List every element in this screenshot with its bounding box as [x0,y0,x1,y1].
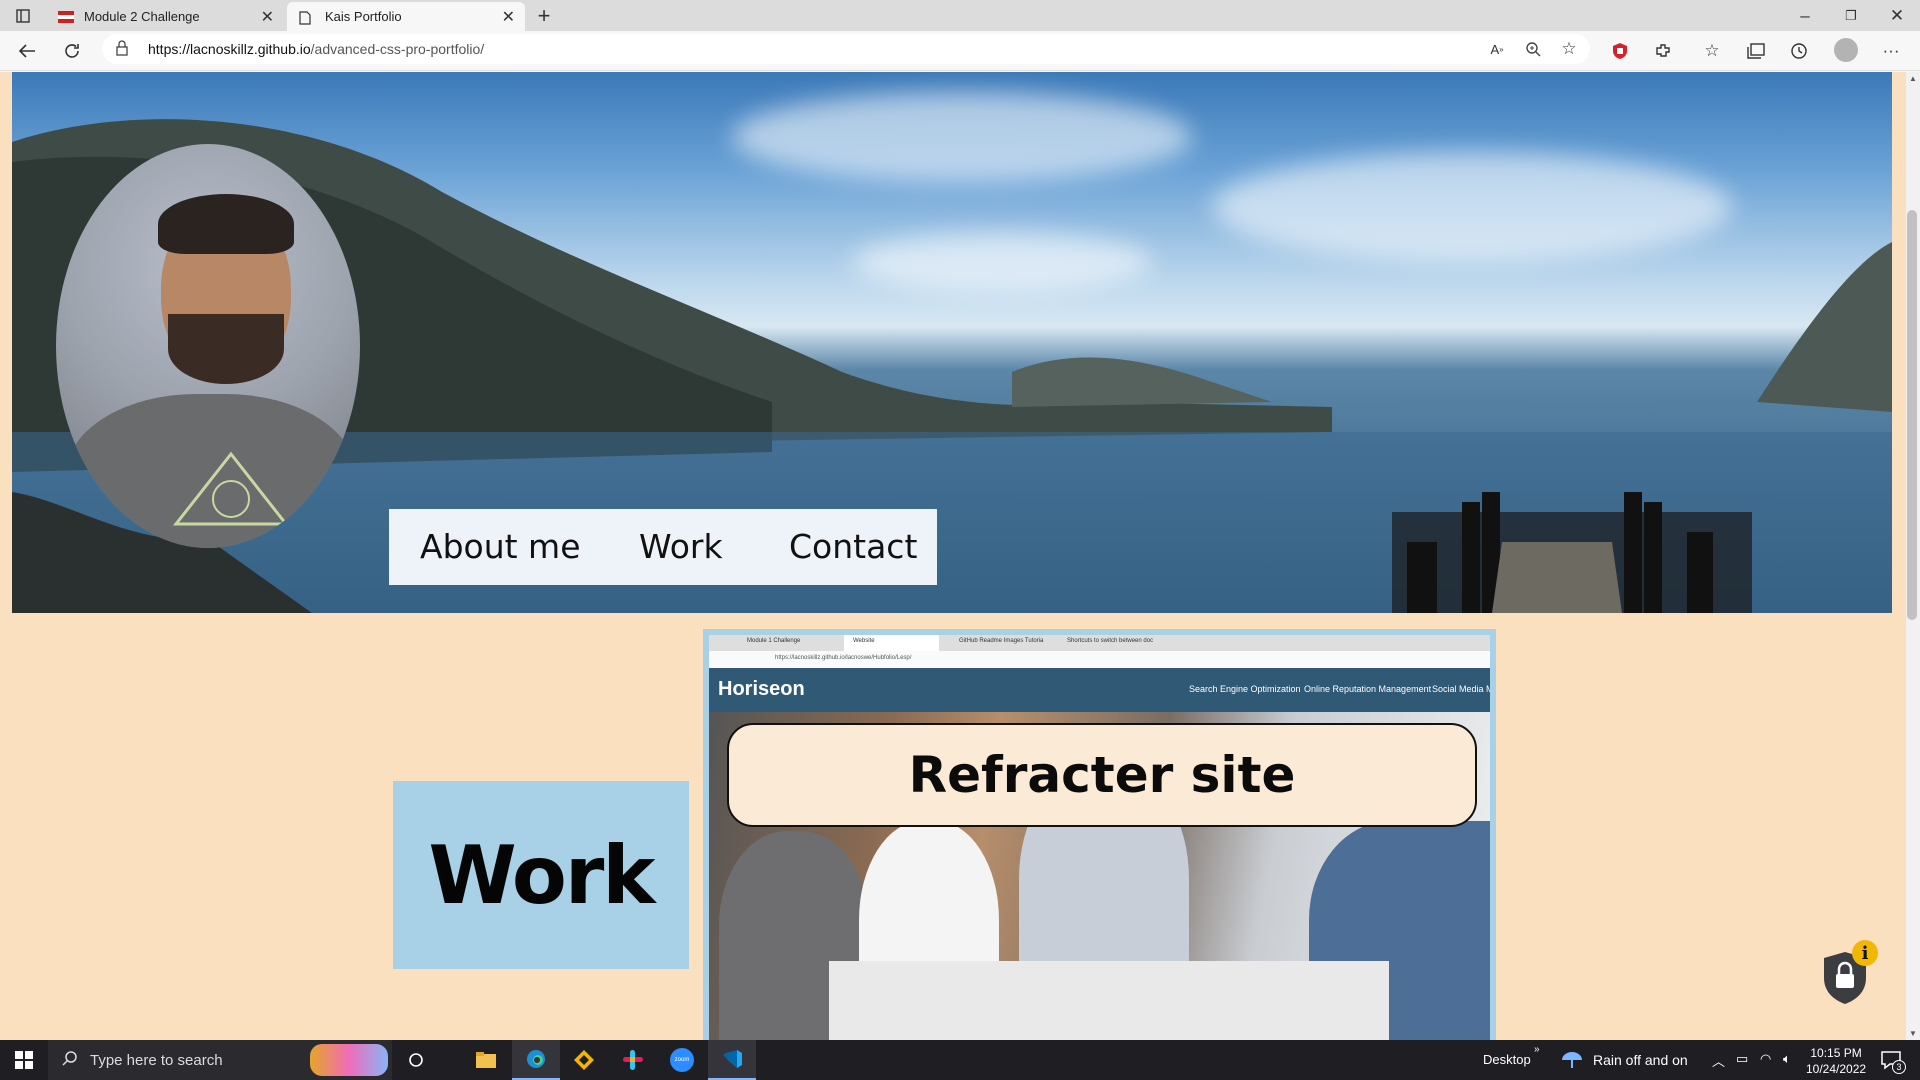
new-tab-icon[interactable]: + [529,1,559,31]
windows-taskbar: Type here to search zoom Desktop » Rain … [0,1040,1920,1080]
minimize-icon[interactable]: – [1790,1,1820,31]
browser-tab-module2[interactable]: Module 2 Challenge ✕ [46,2,284,31]
scrollbar-thumb[interactable] [1907,210,1917,620]
close-window-icon[interactable]: ✕ [1882,1,1912,31]
project-card-refracter[interactable]: Module 1 Challenge Website GitHub Readme… [703,629,1496,1040]
page-favicon-icon [299,10,315,25]
tab-title: Kais Portfolio [325,9,402,24]
notification-center-icon[interactable]: 3 [1880,1050,1906,1075]
browser-tab-strip: Module 2 Challenge ✕ Kais Portfolio ✕ + … [0,0,1920,31]
extensions-icon[interactable] [1648,36,1678,66]
url-host: https://lacnoskillz.github.io [148,41,311,57]
screenshot-menu-item: Search Engine Optimization [1189,684,1301,694]
privacy-badge[interactable]: i [1820,940,1878,1004]
hair [158,194,294,254]
profile-avatar-icon[interactable] [1834,38,1858,62]
collections-icon[interactable] [1741,36,1771,66]
nav-about-me-link[interactable]: About me [420,527,581,566]
clock-time: 10:15 PM [1810,1046,1862,1060]
read-aloud-icon[interactable]: A» [1482,34,1512,64]
favorites-icon[interactable]: ☆ [1697,36,1727,66]
screenshot-tab: GitHub Readme Images Tutoria [959,638,1044,644]
taskbar-search-box[interactable]: Type here to search [48,1040,392,1080]
main-nav: About me Work Contact [389,509,937,585]
profile-photo [56,144,360,548]
search-icon [62,1050,78,1070]
slack-icon[interactable] [609,1040,657,1080]
screenshot-menu-item: Social Media Ma [1432,684,1490,694]
screenshot-menu-item: Online Reputation Management [1304,684,1432,694]
beard [168,314,284,384]
project-title: Refracter site [908,746,1296,804]
screenshot-tab: Shortcuts to switch between doc [1067,638,1154,644]
screenshot-site-header: Horiseon Search Engine Optimization Onli… [709,668,1490,712]
search-placeholder: Type here to search [90,1051,223,1069]
work-section-heading: Work [393,781,689,969]
nav-contact-link[interactable]: Contact [789,527,917,566]
restore-icon[interactable]: ❐ [1836,1,1866,31]
hero-banner: About me Work Contact [12,72,1892,613]
screenshot-addressbar: https://lacnoskillz.github.io/lacnoswe/H… [709,651,1490,668]
clock-date: 10/24/2022 [1806,1062,1867,1076]
meet-now-icon[interactable]: ▭ [1736,1051,1748,1067]
history-icon[interactable] [1784,36,1814,66]
start-button-icon[interactable] [0,1040,48,1080]
address-bar[interactable]: https://lacnoskillz.github.io/advanced-c… [102,34,1590,64]
network-icon[interactable]: ◠ [1760,1051,1771,1067]
git-kraken-icon[interactable] [560,1040,608,1080]
work-heading-text: Work [428,828,655,922]
screenshot-tab: Module 1 Challenge [747,638,801,644]
project-screenshot: Module 1 Challenge Website GitHub Readme… [709,635,1490,1040]
screenshot-brand: Horiseon [718,678,805,700]
screenshot-url: https://lacnoskillz.github.io/lacnoswe/H… [775,655,912,661]
back-icon[interactable] [12,36,42,66]
clock[interactable]: 10:15 PM 10/24/2022 [1806,1045,1866,1077]
toolbar-expand-icon[interactable]: » [1534,1044,1540,1055]
show-hidden-icons-icon[interactable]: ︿ [1712,1051,1725,1070]
url-path: /advanced-css-pro-portfolio/ [310,41,485,57]
browser-tab-portfolio[interactable]: Kais Portfolio ✕ [287,2,525,31]
shield-extension-icon[interactable] [1605,36,1635,66]
zoom-icon[interactable] [1518,34,1548,64]
volume-icon[interactable]: 🔈︎ [1783,1051,1791,1067]
page-viewport: About me Work Contact Work Module 1 Chal… [0,72,1906,1040]
shirt-graphic [172,451,290,526]
scroll-up-icon[interactable]: ▲ [1909,74,1917,83]
desktop-toolbar-label[interactable]: Desktop [1483,1052,1531,1067]
nav-work-link[interactable]: Work [639,527,723,566]
screenshot-tab: Website [853,638,875,644]
project-title-banner[interactable]: Refracter site [727,723,1477,827]
edge-browser-icon[interactable] [512,1040,560,1080]
tab-actions-icon[interactable] [8,1,38,31]
usa-favicon-icon [58,10,74,23]
search-highlight-image [310,1044,388,1076]
tab-title: Module 2 Challenge [84,9,200,24]
info-icon[interactable]: i [1852,940,1878,966]
refresh-icon[interactable] [57,36,87,66]
zoom-app-icon[interactable]: zoom [658,1040,706,1080]
task-view-icon[interactable] [392,1040,440,1080]
lock-icon [116,40,128,61]
more-menu-icon[interactable]: ··· [1876,36,1906,66]
browser-toolbar: https://lacnoskillz.github.io/advanced-c… [0,31,1920,71]
vscode-icon[interactable] [708,1040,756,1080]
close-tab-icon[interactable]: ✕ [261,7,274,27]
weather-text[interactable]: Rain off and on [1593,1052,1688,1068]
screenshot-tabstrip: Module 1 Challenge Website GitHub Readme… [709,635,1490,651]
add-favorite-icon[interactable]: ☆ [1554,34,1584,64]
file-explorer-icon[interactable] [462,1040,510,1080]
notification-count: 3 [1892,1060,1906,1074]
close-tab-icon[interactable]: ✕ [502,7,515,27]
scroll-down-icon[interactable]: ▼ [1909,1029,1917,1038]
url-text: https://lacnoskillz.github.io/advanced-c… [148,41,484,57]
weather-rain-icon[interactable] [1560,1050,1584,1075]
